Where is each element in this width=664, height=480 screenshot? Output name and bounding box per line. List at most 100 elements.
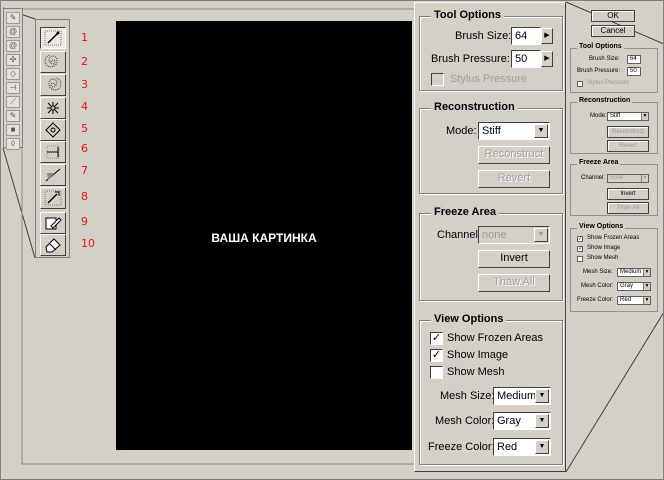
mesh-size-value: Medium <box>497 390 537 402</box>
mini-warp-icon[interactable]: ✎ <box>6 12 20 24</box>
reconstruct-icon <box>44 190 62 206</box>
mini-twirl-ccw-icon[interactable]: @ <box>6 40 20 52</box>
chevron-down-icon: ▼ <box>641 175 648 182</box>
tool-twirl-counterclockwise[interactable] <box>40 74 66 96</box>
tool-thaw[interactable] <box>40 234 66 256</box>
tool-pucker[interactable] <box>40 97 66 119</box>
mini-twirl-icon[interactable]: @ <box>6 26 20 38</box>
channel-select[interactable]: none ▼ <box>478 226 550 244</box>
mini-channel-select[interactable]: none ▼ <box>607 174 649 183</box>
brush-size-arrow-icon[interactable]: ▶ <box>541 28 553 44</box>
mini-thaw-all-button[interactable]: Thaw All <box>607 202 649 214</box>
tool-reflection[interactable] <box>40 164 66 186</box>
mini-tool-options-group: Tool Options Brush Size: 64 Brush Pressu… <box>570 43 658 93</box>
mini-mode-value: Stiff <box>610 113 621 119</box>
checkmark-icon: ✓ <box>431 349 442 361</box>
tool-number: 1 <box>81 31 88 44</box>
mini-stylus-checkbox[interactable] <box>577 81 583 87</box>
thaw-all-button[interactable]: Thaw All <box>478 274 550 292</box>
show-image-label: Show Image <box>447 349 509 361</box>
mini-mesh-color-label: Mesh Color: <box>581 283 614 289</box>
twirl-clockwise-icon <box>44 54 58 68</box>
show-frozen-label: Show Frozen Areas <box>447 332 543 344</box>
mini-pucker-icon[interactable]: ✣ <box>6 54 20 66</box>
mini-brush-pressure-field[interactable]: 50 <box>627 67 641 76</box>
reconstruct-button[interactable]: Reconstruct <box>478 146 550 164</box>
tool-warp[interactable] <box>40 27 66 49</box>
mesh-size-select[interactable]: Medium ▼ <box>493 387 551 405</box>
pucker-icon <box>47 102 59 114</box>
cancel-button[interactable]: Cancel <box>591 25 635 37</box>
mini-stylus-label: Stylus Pressure <box>587 80 630 86</box>
mini-freeze-color-select[interactable]: Red ▼ <box>617 296 651 305</box>
ok-button[interactable]: OK <box>591 10 635 22</box>
mode-select[interactable]: Stiff ▼ <box>478 122 550 140</box>
mini-reconstruction-title: Reconstruction <box>577 97 633 104</box>
freeze-color-select[interactable]: Red ▼ <box>493 438 551 456</box>
mini-freeze-color-label: Freeze Color: <box>577 297 614 303</box>
mini-invert-button[interactable]: Invert <box>607 188 649 200</box>
mini-mesh-color-select[interactable]: Gray ▼ <box>617 282 651 291</box>
tool-options-title: Tool Options <box>431 9 505 21</box>
mini-view-options-group: View Options ✓ Show Frozen Areas ✓ Show … <box>570 223 658 312</box>
brush-pressure-field[interactable]: 50 <box>511 50 541 68</box>
tool-number: 8 <box>81 190 88 203</box>
mini-bloat-icon[interactable]: ◇ <box>6 68 20 80</box>
twirl-counterclockwise-icon <box>48 77 62 91</box>
mini-show-image-checkbox[interactable]: ✓ <box>577 246 583 252</box>
mini-reflect-icon[interactable]: ⟋ <box>6 96 20 108</box>
tool-palette <box>35 19 70 258</box>
chevron-down-icon: ▼ <box>535 440 549 454</box>
invert-button[interactable]: Invert <box>478 250 550 268</box>
tool-freeze[interactable] <box>40 212 66 234</box>
chevron-down-icon: ▼ <box>534 228 548 242</box>
tool-number: 2 <box>81 55 88 68</box>
mini-reconstruct-icon[interactable]: ✎ <box>6 110 20 122</box>
mini-mode-select[interactable]: Stiff ▼ <box>607 112 649 121</box>
chevron-down-icon: ▼ <box>643 283 650 290</box>
mesh-color-value: Gray <box>497 415 521 427</box>
tool-number: 6 <box>81 142 88 155</box>
mini-show-image-label: Show Image <box>587 245 621 251</box>
view-options-group: View Options ✓ Show Frozen Areas ✓ Show … <box>419 313 563 465</box>
mini-show-mesh-label: Show Mesh <box>587 255 619 261</box>
tool-reconstruct[interactable] <box>40 187 66 209</box>
tool-twirl-clockwise[interactable] <box>40 51 66 73</box>
mini-view-options-title: View Options <box>577 223 626 230</box>
mini-show-mesh-checkbox[interactable] <box>577 256 583 262</box>
mini-freeze-icon[interactable]: ■ <box>6 124 20 136</box>
brush-pressure-arrow-icon[interactable]: ▶ <box>541 51 553 67</box>
tool-number: 10 <box>81 237 95 250</box>
mesh-color-label: Mesh Color: <box>435 415 495 427</box>
mini-mesh-size-select[interactable]: Medium ▼ <box>617 268 651 277</box>
brush-size-field[interactable]: 64 <box>511 27 541 45</box>
freeze-color-value: Red <box>497 441 518 453</box>
chevron-down-icon: ▼ <box>641 113 648 120</box>
show-image-checkbox[interactable]: ✓ <box>430 349 443 362</box>
tool-number: 7 <box>81 164 88 177</box>
warp-icon <box>44 30 62 46</box>
preview-label: ВАША КАРТИНКА <box>211 231 317 245</box>
mini-brush-size-field[interactable]: 64 <box>627 55 641 64</box>
reflection-icon <box>45 168 61 182</box>
tool-shift-pixels[interactable] <box>40 141 66 163</box>
mini-options-panel: OK Cancel Tool Options Brush Size: 64 Br… <box>566 2 664 312</box>
chevron-down-icon: ▼ <box>643 269 650 276</box>
stylus-pressure-checkbox[interactable] <box>431 73 444 86</box>
mini-shift-icon[interactable]: ⊣ <box>6 82 20 94</box>
mini-show-frozen-checkbox[interactable]: ✓ <box>577 236 583 242</box>
mesh-color-select[interactable]: Gray ▼ <box>493 412 551 430</box>
freeze-area-group: Freeze Area Channel: none ▼ Invert Thaw … <box>419 206 563 301</box>
tool-bloat[interactable] <box>40 119 66 141</box>
mode-label: Mode: <box>446 125 477 137</box>
mini-thaw-icon[interactable]: ◊ <box>6 138 20 150</box>
revert-button[interactable]: Revert <box>478 170 550 188</box>
mode-value: Stiff <box>482 125 501 137</box>
mini-revert-button[interactable]: Revert <box>607 140 649 152</box>
image-preview[interactable]: ВАША КАРТИНКА <box>116 21 412 450</box>
show-frozen-checkbox[interactable]: ✓ <box>430 332 443 345</box>
stylus-pressure-label: Stylus Pressure <box>450 73 528 85</box>
mini-reconstruct-button[interactable]: Reconstruct <box>607 126 649 138</box>
tool-number: 4 <box>81 100 88 113</box>
show-mesh-checkbox[interactable] <box>430 366 443 379</box>
